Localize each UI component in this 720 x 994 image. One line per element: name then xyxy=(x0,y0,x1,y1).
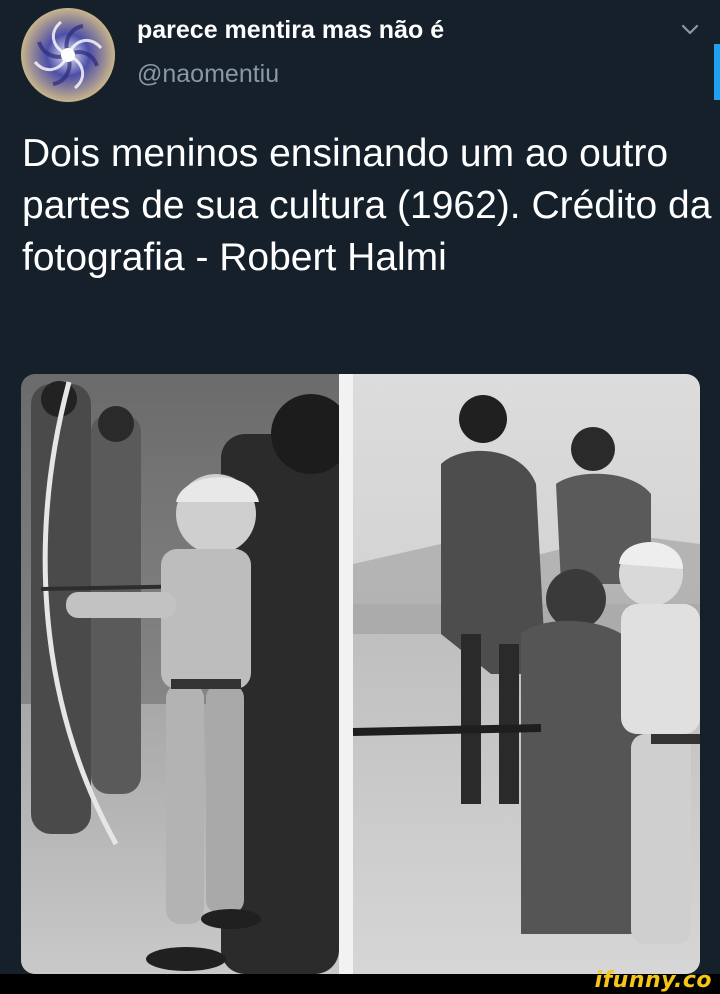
watermark-logo: ifunny.co xyxy=(594,968,712,993)
tweet-header: parece mentira mas não é @naomentiu xyxy=(0,0,720,110)
avatar[interactable] xyxy=(21,8,115,102)
left-photo-panel xyxy=(21,374,351,974)
tweet-photo[interactable] xyxy=(21,374,700,974)
tweet-text: Dois meninos ensinando um ao outro parte… xyxy=(22,132,712,279)
right-photo-panel xyxy=(352,374,700,974)
display-name[interactable]: parece mentira mas não é xyxy=(137,16,444,45)
user-handle[interactable]: @naomentiu xyxy=(137,60,279,89)
chevron-down-icon[interactable] xyxy=(679,22,701,38)
scrollbar[interactable] xyxy=(714,44,720,100)
